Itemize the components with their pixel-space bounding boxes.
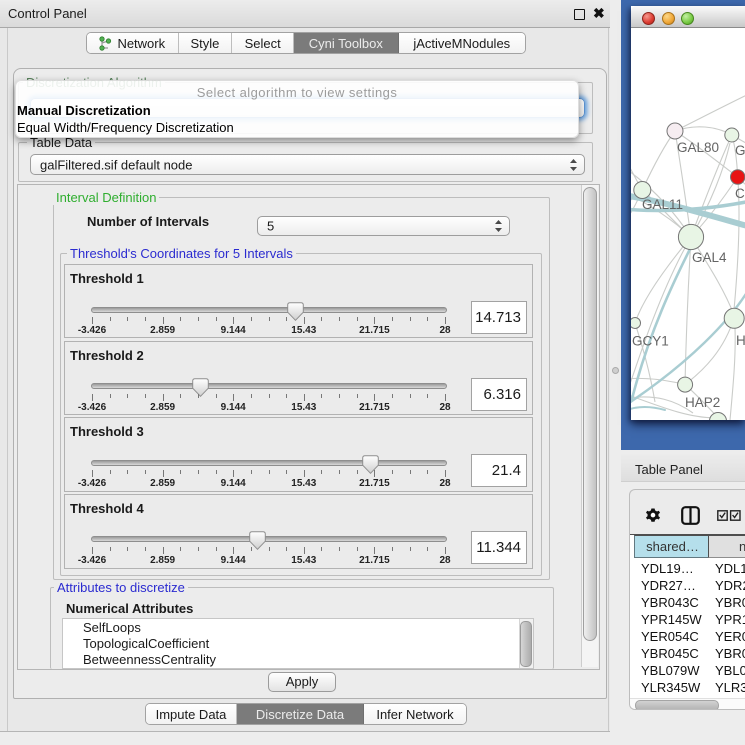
svg-text:GAL11: GAL11 — [642, 197, 683, 212]
svg-text:GAL7: GAL7 — [735, 143, 745, 158]
svg-text:HAP2: HAP2 — [685, 395, 720, 410]
svg-text:HIS4: HIS4 — [736, 333, 745, 348]
svg-text:CYC8: CYC8 — [735, 186, 745, 201]
svg-text:GAL4: GAL4 — [692, 250, 727, 265]
svg-text:GAL80: GAL80 — [677, 140, 719, 155]
svg-text:GCY1: GCY1 — [632, 334, 669, 349]
